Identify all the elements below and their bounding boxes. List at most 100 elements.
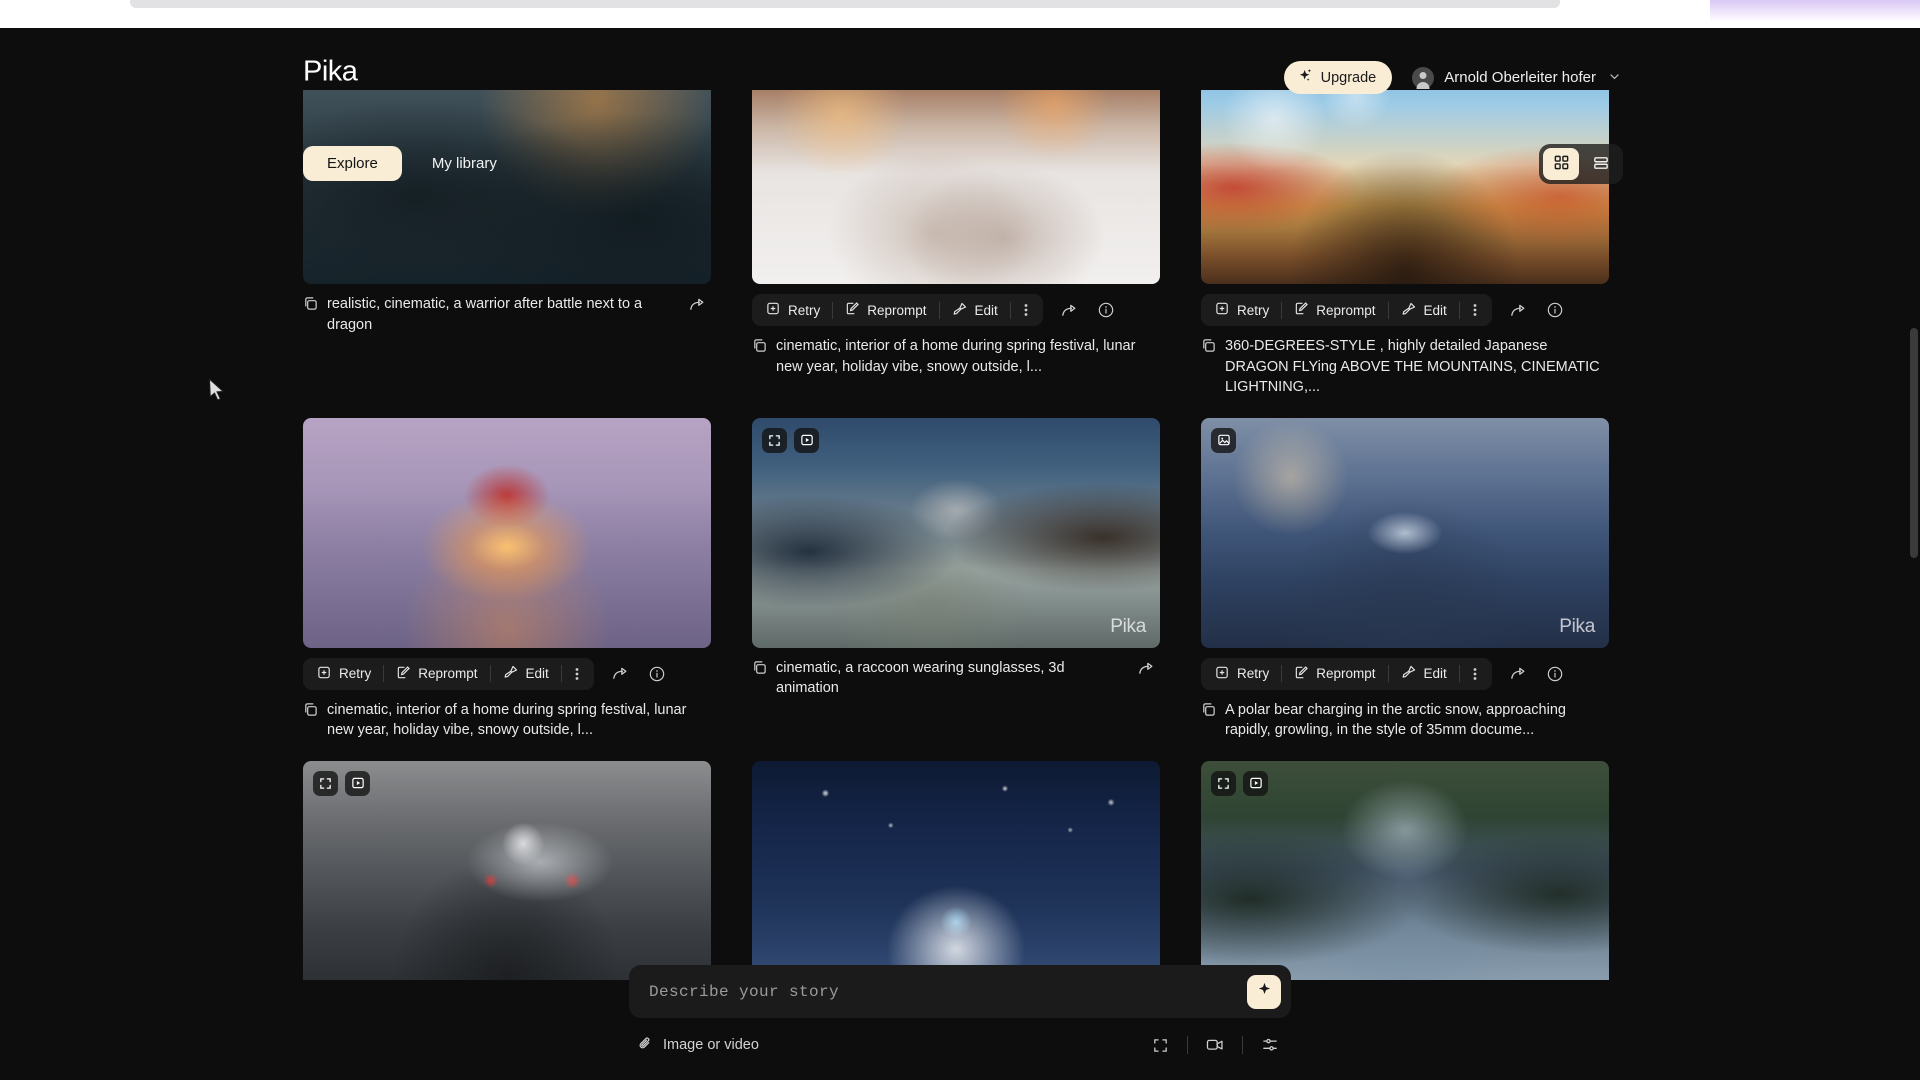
- retry-label: Retry: [1237, 666, 1270, 682]
- edit-label: Edit: [1423, 666, 1447, 682]
- media-card[interactable]: Pika Retry Reprompt Edit A polar bear ch…: [1201, 417, 1609, 741]
- pika-watermark: Pika: [1559, 615, 1595, 637]
- edit-button[interactable]: Edit: [940, 294, 1010, 326]
- attach-media-button[interactable]: Image or video: [637, 1035, 759, 1056]
- grid-view-button[interactable]: [1543, 148, 1579, 180]
- user-menu[interactable]: Arnold Oberleiter hofer: [1408, 63, 1625, 93]
- pika-logo[interactable]: Pika: [303, 56, 358, 89]
- card-prompt-text: cinematic, a raccoon wearing sunglasses,…: [776, 659, 1065, 697]
- card-prompt-row: cinematic, interior of a home during spr…: [752, 336, 1160, 377]
- retry-button[interactable]: Retry: [1203, 294, 1281, 326]
- aspect-ratio-icon[interactable]: [1147, 1032, 1173, 1058]
- media-card[interactable]: [303, 760, 711, 980]
- more-options-button[interactable]: [1460, 294, 1490, 326]
- card-actions-pill: Retry Reprompt Edit: [1201, 657, 1492, 690]
- card-thumbnail[interactable]: [752, 760, 1160, 980]
- reprompt-button[interactable]: Reprompt: [1282, 294, 1387, 326]
- copy-icon[interactable]: [1201, 338, 1216, 358]
- chevron-down-icon: [1608, 70, 1621, 86]
- card-prompt-text: cinematic, interior of a home during spr…: [776, 338, 1136, 375]
- share-icon[interactable]: [1506, 297, 1532, 323]
- card-secondary-actions: [608, 661, 670, 687]
- reprompt-button[interactable]: Reprompt: [833, 294, 938, 326]
- expand-icon[interactable]: [1211, 770, 1236, 796]
- divider: [1187, 1036, 1188, 1054]
- card-thumbnail[interactable]: [1201, 760, 1609, 980]
- media-card[interactable]: [752, 760, 1160, 980]
- share-icon[interactable]: [1057, 297, 1083, 323]
- card-thumbnail[interactable]: [303, 90, 711, 284]
- reprompt-button[interactable]: Reprompt: [1282, 658, 1387, 690]
- media-card[interactable]: realistic, cinematic, a warrior after ba…: [303, 90, 711, 398]
- story-prompt-input[interactable]: [649, 982, 1247, 1001]
- settings-sliders-icon[interactable]: [1257, 1032, 1283, 1058]
- card-thumbnail[interactable]: Pika: [1201, 417, 1609, 648]
- more-options-button[interactable]: [1460, 658, 1490, 690]
- card-prompt-text: cinematic, interior of a home during spr…: [327, 701, 687, 739]
- expand-icon[interactable]: [762, 427, 787, 453]
- copy-icon[interactable]: [752, 338, 767, 358]
- list-view-button[interactable]: [1583, 148, 1619, 180]
- composer: Image or video: [629, 965, 1291, 1058]
- main-tabs: Explore My library: [303, 146, 521, 181]
- edit-label: Edit: [525, 666, 549, 682]
- upgrade-button[interactable]: Upgrade: [1283, 61, 1393, 94]
- card-thumbnail[interactable]: Pika: [752, 417, 1160, 648]
- more-options-button[interactable]: [562, 658, 592, 690]
- share-icon[interactable]: [608, 661, 634, 687]
- tab-explore[interactable]: Explore: [303, 146, 402, 181]
- user-name: Arnold Oberleiter hofer: [1444, 69, 1596, 86]
- media-card[interactable]: Pika cinematic, a raccoon wearing sungla…: [752, 417, 1160, 741]
- media-card[interactable]: [1201, 760, 1609, 980]
- play-video-icon[interactable]: [794, 427, 819, 453]
- share-icon[interactable]: [1137, 659, 1156, 683]
- info-icon[interactable]: [1542, 297, 1568, 323]
- share-icon[interactable]: [688, 295, 707, 319]
- tab-my-library[interactable]: My library: [408, 146, 521, 181]
- retry-button[interactable]: Retry: [1203, 658, 1281, 690]
- page-scrollbar[interactable]: [1910, 328, 1918, 558]
- edit-button[interactable]: Edit: [491, 658, 561, 690]
- share-icon[interactable]: [1506, 661, 1532, 687]
- card-actions-pill: Retry Reprompt Edit: [1201, 294, 1492, 326]
- retry-button[interactable]: Retry: [305, 658, 383, 690]
- media-card[interactable]: Retry Reprompt: [1201, 90, 1609, 398]
- retry-button[interactable]: Retry: [754, 294, 832, 326]
- reprompt-label: Reprompt: [1316, 302, 1376, 318]
- composer-tools: [1147, 1032, 1283, 1058]
- card-actions-pill: Retry Reprompt Edit: [303, 657, 594, 690]
- card-thumbnail[interactable]: [303, 760, 711, 980]
- edit-button[interactable]: Edit: [1389, 658, 1459, 690]
- expand-icon[interactable]: [313, 770, 338, 796]
- edit-button[interactable]: Edit: [1389, 294, 1459, 326]
- card-actions: Retry Reprompt Edit: [752, 294, 1160, 326]
- paperclip-icon: [637, 1035, 654, 1056]
- image-icon[interactable]: [1211, 427, 1236, 453]
- info-icon[interactable]: [644, 661, 670, 687]
- media-card[interactable]: Retry Reprompt: [303, 417, 711, 741]
- copy-icon[interactable]: [752, 660, 767, 680]
- card-thumbnail[interactable]: [752, 90, 1160, 284]
- more-options-button[interactable]: [1011, 294, 1041, 326]
- card-secondary-actions: [1057, 297, 1119, 323]
- edit-label: Edit: [1423, 302, 1447, 318]
- copy-icon[interactable]: [303, 296, 318, 316]
- card-actions-pill: Retry Reprompt Edit: [752, 294, 1043, 326]
- video-camera-icon[interactable]: [1202, 1032, 1228, 1058]
- copy-icon[interactable]: [303, 702, 318, 722]
- card-prompt-row: cinematic, interior of a home during spr…: [303, 700, 711, 741]
- info-icon[interactable]: [1093, 297, 1119, 323]
- reprompt-button[interactable]: Reprompt: [384, 658, 489, 690]
- mouse-cursor: [208, 378, 226, 407]
- generate-button[interactable]: [1247, 974, 1281, 1009]
- play-video-icon[interactable]: [345, 770, 370, 796]
- card-prompt-text: A polar bear charging in the arctic snow…: [1225, 701, 1566, 739]
- play-video-icon[interactable]: [1243, 770, 1268, 796]
- card-thumbnail[interactable]: [303, 417, 711, 648]
- pencil-edit-icon: [1294, 301, 1309, 319]
- copy-icon[interactable]: [1201, 702, 1216, 722]
- info-icon[interactable]: [1542, 661, 1568, 687]
- card-thumbnail[interactable]: [1201, 90, 1609, 284]
- media-card[interactable]: Retry Reprompt: [752, 90, 1160, 398]
- composer-input-box[interactable]: [629, 965, 1291, 1018]
